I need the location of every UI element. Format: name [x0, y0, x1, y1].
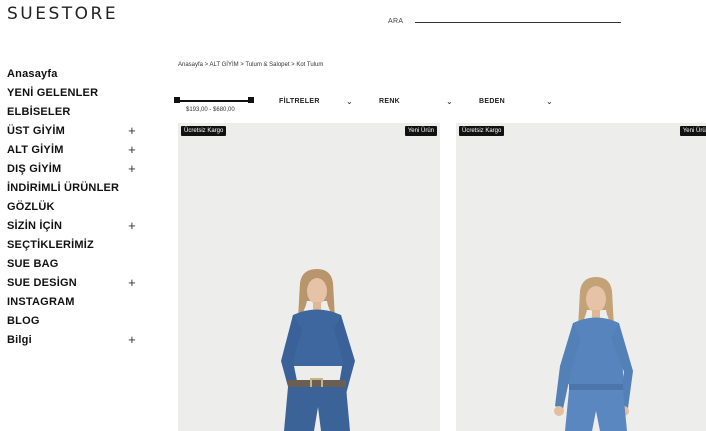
sidebar-menu: Anasayfa YENİ GELENLER ELBİSELER ÜST GİYİM +…	[7, 64, 137, 349]
filter-label: FİLTRELER	[279, 98, 320, 105]
breadcrumb[interactable]: Anasayfa > ALT GİYİM > Tulum & Salopet >…	[178, 62, 323, 68]
sidebar-item-label: YENİ GELENLER	[7, 86, 99, 99]
filter-dropdown-renk[interactable]: RENK ⌄	[379, 97, 453, 106]
sidebar-item-label: INSTAGRAM	[7, 295, 75, 308]
chevron-down-icon: ⌄	[545, 97, 553, 106]
sidebar-item-label: İNDİRİMLİ ÜRÜNLER	[7, 181, 120, 194]
plus-icon[interactable]: +	[127, 161, 137, 176]
sidebar-item[interactable]: YENİ GELENLER	[7, 83, 137, 102]
sidebar-item-label: SUE DESİGN	[7, 276, 77, 289]
sidebar-item[interactable]: Bilgi +	[7, 330, 137, 349]
plus-icon[interactable]: +	[127, 142, 137, 157]
sidebar-item-label: SİZİN İÇİN	[7, 219, 63, 232]
search-label: ARA	[388, 18, 404, 25]
sidebar-item[interactable]: ÜST GİYİM +	[7, 121, 137, 140]
new-product-badge: Yeni Ürün	[679, 126, 706, 136]
sidebar-item[interactable]: INSTAGRAM	[7, 292, 137, 311]
sidebar-item-label: SUE BAG	[7, 257, 59, 270]
sidebar-item[interactable]: İNDİRİMLİ ÜRÜNLER	[7, 178, 137, 197]
price-range-text: $193,00 - $680,00	[186, 107, 235, 113]
chevron-down-icon: ⌄	[445, 97, 453, 106]
sidebar-item[interactable]: SEÇTİKLERİMİZ	[7, 235, 137, 254]
plus-icon[interactable]: +	[127, 275, 137, 290]
product-image[interactable]	[456, 206, 706, 431]
slider-handle-max[interactable]	[248, 97, 254, 103]
sidebar-item-label: ALT GİYİM	[7, 143, 64, 156]
slider-line	[176, 100, 252, 102]
new-product-badge: Yeni Ürün	[404, 126, 437, 136]
site-logo[interactable]: SUESTORE	[7, 4, 118, 24]
product-image[interactable]	[178, 191, 440, 431]
filter-dropdown-beden[interactable]: BEDEN ⌄	[479, 97, 553, 106]
sidebar-item[interactable]: SUE DESİGN +	[7, 273, 137, 292]
sidebar-item-label: Anasayfa	[7, 67, 58, 80]
sidebar-item-label: GÖZLÜK	[7, 200, 55, 213]
filter-label: RENK	[379, 98, 401, 105]
search-input[interactable]	[415, 21, 622, 23]
sidebar-item-label: ÜST GİYİM	[7, 124, 66, 137]
sidebar-item[interactable]: DIŞ GİYİM +	[7, 159, 137, 178]
sidebar-item[interactable]: GÖZLÜK	[7, 197, 137, 216]
filter-label: BEDEN	[479, 98, 506, 105]
sidebar-item[interactable]: SUE BAG	[7, 254, 137, 273]
plus-icon[interactable]: +	[127, 332, 137, 347]
sidebar-item-label: BLOG	[7, 314, 40, 327]
sidebar-item-label: SEÇTİKLERİMİZ	[7, 238, 94, 251]
plus-icon[interactable]: +	[127, 218, 137, 233]
filter-dropdown-filtreler[interactable]: FİLTRELER ⌄	[279, 97, 353, 106]
sidebar-item[interactable]: ELBİSELER	[7, 102, 137, 121]
slider-handle-min[interactable]	[174, 97, 180, 103]
free-shipping-badge: Ücretsiz Kargo	[181, 126, 227, 136]
free-shipping-badge: Ücretsiz Kargo	[459, 126, 505, 136]
sidebar-item-label: DIŞ GİYİM	[7, 162, 62, 175]
sidebar-item[interactable]: SİZİN İÇİN +	[7, 216, 137, 235]
price-range-slider[interactable]: $193,00 - $680,00	[174, 97, 254, 113]
plus-icon[interactable]: +	[127, 123, 137, 138]
product-card[interactable]: Ücretsiz Kargo Yeni Ürün	[456, 123, 706, 431]
search-bar[interactable]: ARA	[388, 18, 622, 25]
sidebar-item[interactable]: ALT GİYİM +	[7, 140, 137, 159]
chevron-down-icon: ⌄	[345, 97, 353, 106]
slider-track[interactable]	[174, 97, 254, 105]
sidebar-item-label: ELBİSELER	[7, 105, 71, 118]
sidebar-item[interactable]: Anasayfa	[7, 64, 137, 83]
sidebar-item[interactable]: BLOG	[7, 311, 137, 330]
product-card[interactable]: Ücretsiz Kargo Yeni Ürün	[178, 123, 440, 431]
sidebar-item-label: Bilgi	[7, 333, 32, 346]
